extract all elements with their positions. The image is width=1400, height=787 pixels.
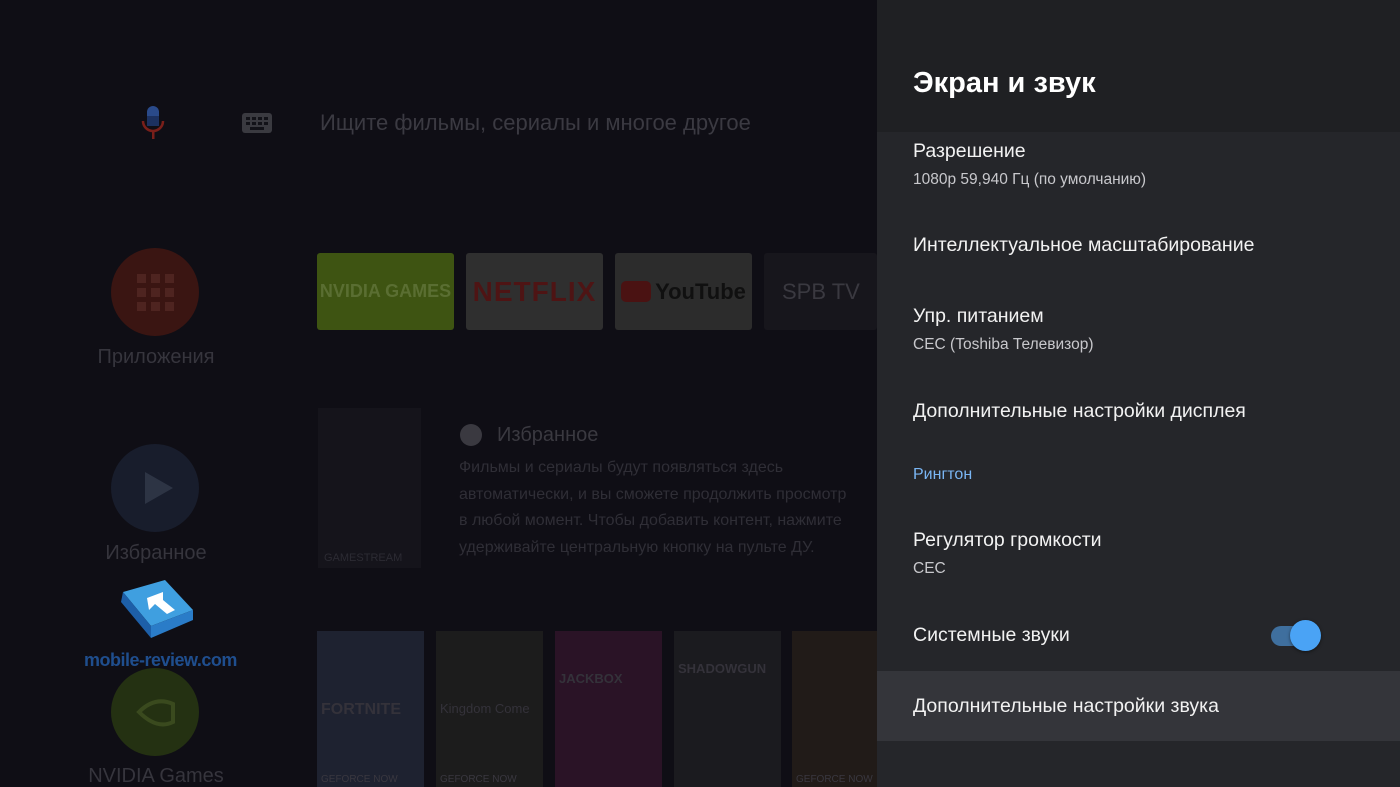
settings-panel: Экран и звук Разрешение 1080p 59,940 Гц … [877, 0, 1400, 787]
menu-item-volume-control[interactable]: Регулятор громкости CEC [877, 512, 1400, 592]
game-title: SHADOWGUN [678, 661, 767, 676]
watermark-logo [121, 580, 193, 638]
menu-item-label: Интеллектуальное масштабирование [913, 234, 1255, 256]
menu-item-label: Регулятор громкости [913, 529, 1102, 551]
tile-youtube[interactable]: YouTube [615, 253, 752, 330]
menu-item-label: Упр. питанием [913, 305, 1044, 327]
menu-item-advanced-sound[interactable]: Дополнительные настройки звука [877, 671, 1400, 741]
youtube-play-icon [621, 281, 652, 302]
favorites-label: Избранное [105, 542, 207, 564]
game-badge: GEFORCE NOW [796, 774, 873, 785]
menu-item-label: Дополнительные настройки звука [913, 695, 1219, 717]
menu-item-value: 1080p 59,940 Гц (по умолчанию) [913, 171, 1147, 188]
system-sounds-toggle-knob[interactable] [1290, 620, 1321, 651]
menu-item-power-control[interactable]: Упр. питанием CEC (Toshiba Телевизор) [877, 290, 1400, 368]
tile-netflix[interactable]: NETFLIX [466, 253, 603, 330]
search-input[interactable]: Ищите фильмы, сериалы и многое другое [320, 110, 751, 136]
tile-nvidia-games[interactable]: NVIDIA GAMES [317, 253, 454, 330]
menu-item-label: Системные звуки [913, 624, 1070, 646]
tile-label: SPB TV [782, 278, 860, 304]
section-ringtone: Рингтон [913, 466, 973, 483]
favorites-play-icon [460, 424, 482, 446]
game-card[interactable]: JACKBOX [555, 631, 662, 787]
watermark-text: mobile-review.com [84, 650, 237, 670]
game-card[interactable]: GEFORCE NOW [792, 631, 877, 787]
apps-label: Приложения [97, 346, 215, 368]
panel-header: Экран и звук [877, 0, 1400, 132]
game-title: Kingdom Come [440, 701, 530, 716]
menu-item-value: CEC [913, 560, 946, 577]
panel-title: Экран и звук [913, 67, 1096, 99]
game-badge: GEFORCE NOW [440, 774, 517, 785]
nvidia-games-label: NVIDIA Games [88, 765, 224, 787]
tile-spb-tv[interactable]: SPB TV [764, 253, 877, 330]
menu-item-label: Разрешение [913, 140, 1026, 162]
tile-label: NETFLIX [472, 275, 597, 307]
tile-label: NVIDIA GAMES [319, 281, 452, 301]
menu-item-label: Дополнительные настройки дисплея [913, 400, 1246, 422]
nvidia-games-button[interactable] [111, 668, 199, 756]
menu-item-resolution[interactable]: Разрешение 1080p 59,940 Гц (по умолчанию… [877, 132, 1400, 202]
tile-label: YouTube [655, 278, 746, 304]
apps-button[interactable] [111, 248, 199, 336]
play-icon [145, 472, 173, 504]
game-card[interactable]: FORTNITE GEFORCE NOW [317, 631, 424, 787]
favorites-description: Фильмы и сериалы будут появляться здесь … [459, 459, 847, 556]
favorites-title: Избранное [497, 424, 599, 446]
game-card[interactable]: Kingdom Come GEFORCE NOW [436, 631, 543, 787]
apps-grid-icon [137, 274, 174, 311]
menu-item-advanced-display[interactable]: Дополнительные настройки дисплея [877, 378, 1400, 444]
home-screen-background: Ищите фильмы, сериалы и многое другое Пр… [0, 0, 877, 787]
keyboard-icon[interactable] [242, 113, 272, 133]
game-badge: GEFORCE NOW [321, 774, 398, 785]
menu-item-system-sounds[interactable]: Системные звуки [877, 600, 1400, 670]
favorites-button[interactable] [111, 444, 199, 532]
nvidia-icon [136, 699, 175, 727]
gamestream-card[interactable]: GAMESTREAM [318, 408, 421, 568]
menu-item-value: CEC (Toshiba Телевизор) [913, 336, 1094, 353]
microphone-icon[interactable] [140, 106, 166, 140]
game-title: FORTNITE [321, 701, 401, 718]
menu-item-smart-scaling[interactable]: Интеллектуальное масштабирование [877, 212, 1400, 278]
game-card[interactable]: SHADOWGUN [674, 631, 781, 787]
game-title: JACKBOX [559, 671, 623, 686]
gamestream-label: GAMESTREAM [324, 552, 403, 564]
